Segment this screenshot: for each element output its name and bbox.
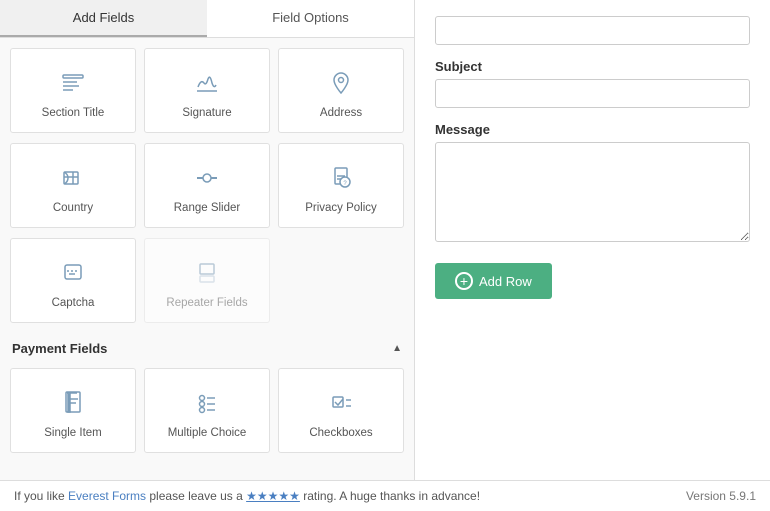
repeater-fields-icon bbox=[189, 255, 225, 291]
field-checkboxes-label: Checkboxes bbox=[309, 427, 372, 439]
subject-input[interactable] bbox=[435, 79, 750, 108]
section-title-icon bbox=[55, 65, 91, 101]
payment-fields-label: Payment Fields bbox=[12, 341, 107, 356]
field-privacy-policy[interactable]: ? Privacy Policy bbox=[278, 143, 404, 228]
message-label: Message bbox=[435, 122, 750, 137]
field-multiple-choice-label: Multiple Choice bbox=[168, 427, 247, 439]
field-section-title[interactable]: Section Title bbox=[10, 48, 136, 133]
add-row-button[interactable]: + Add Row bbox=[435, 263, 552, 299]
footer-link[interactable]: Everest Forms bbox=[68, 489, 146, 503]
tab-add-fields[interactable]: Add Fields bbox=[0, 0, 207, 37]
field-privacy-policy-label: Privacy Policy bbox=[305, 202, 377, 214]
subject-group: Subject bbox=[435, 59, 750, 108]
field-checkboxes[interactable]: Checkboxes bbox=[278, 368, 404, 453]
field-address-label: Address bbox=[320, 107, 362, 119]
message-group: Message bbox=[435, 122, 750, 245]
top-input-field[interactable] bbox=[435, 16, 750, 45]
footer-text-before-link: If you like bbox=[14, 489, 68, 503]
field-single-item[interactable]: Single Item bbox=[10, 368, 136, 453]
field-repeater-fields: Repeater Fields bbox=[144, 238, 270, 323]
field-multiple-choice[interactable]: Multiple Choice bbox=[144, 368, 270, 453]
tab-bar: Add Fields Field Options bbox=[0, 0, 414, 38]
add-row-label: Add Row bbox=[479, 274, 532, 289]
checkboxes-icon bbox=[323, 385, 359, 421]
field-country[interactable]: Country bbox=[10, 143, 136, 228]
footer-version: Version 5.9.1 bbox=[686, 489, 756, 503]
fields-grid-1: Section Title Signature bbox=[10, 48, 404, 133]
fields-grid-2: Country Range Slider bbox=[10, 143, 404, 228]
fields-grid-3: Captcha Repeater Fields bbox=[10, 238, 404, 323]
field-repeater-fields-label: Repeater Fields bbox=[166, 297, 247, 309]
single-item-icon bbox=[55, 385, 91, 421]
payment-fields-section-header[interactable]: Payment Fields ▲ bbox=[10, 333, 404, 364]
field-captcha-label: Captcha bbox=[52, 297, 95, 309]
address-icon bbox=[323, 65, 359, 101]
field-range-slider-label: Range Slider bbox=[174, 202, 240, 214]
range-slider-icon bbox=[189, 160, 225, 196]
payment-fields-grid: Single Item Multiple Choi bbox=[10, 368, 404, 453]
multiple-choice-icon bbox=[189, 385, 225, 421]
field-section-title-label: Section Title bbox=[42, 107, 105, 119]
signature-icon bbox=[189, 65, 225, 101]
field-signature[interactable]: Signature bbox=[144, 48, 270, 133]
captcha-icon bbox=[55, 255, 91, 291]
field-captcha[interactable]: Captcha bbox=[10, 238, 136, 323]
add-row-plus-icon: + bbox=[455, 272, 473, 290]
fields-container: Section Title Signature bbox=[0, 38, 414, 480]
footer: If you like Everest Forms please leave u… bbox=[0, 480, 770, 511]
field-single-item-label: Single Item bbox=[44, 427, 102, 439]
payment-section-arrow: ▲ bbox=[392, 343, 402, 354]
privacy-policy-icon: ? bbox=[323, 160, 359, 196]
footer-stars[interactable]: ★★★★★ bbox=[246, 489, 300, 503]
footer-text-end: rating. A huge thanks in advance! bbox=[300, 489, 480, 503]
tab-field-options[interactable]: Field Options bbox=[207, 0, 414, 37]
footer-text-after-link: please leave us a bbox=[146, 489, 246, 503]
right-panel: Subject Message + Add Row bbox=[415, 0, 770, 480]
message-textarea[interactable] bbox=[435, 142, 750, 242]
footer-text: If you like Everest Forms please leave u… bbox=[14, 489, 480, 503]
left-panel: Add Fields Field Options Section bbox=[0, 0, 415, 480]
field-country-label: Country bbox=[53, 202, 93, 214]
subject-label: Subject bbox=[435, 59, 750, 74]
field-range-slider[interactable]: Range Slider bbox=[144, 143, 270, 228]
country-icon bbox=[55, 160, 91, 196]
field-address[interactable]: Address bbox=[278, 48, 404, 133]
field-signature-label: Signature bbox=[182, 107, 231, 119]
